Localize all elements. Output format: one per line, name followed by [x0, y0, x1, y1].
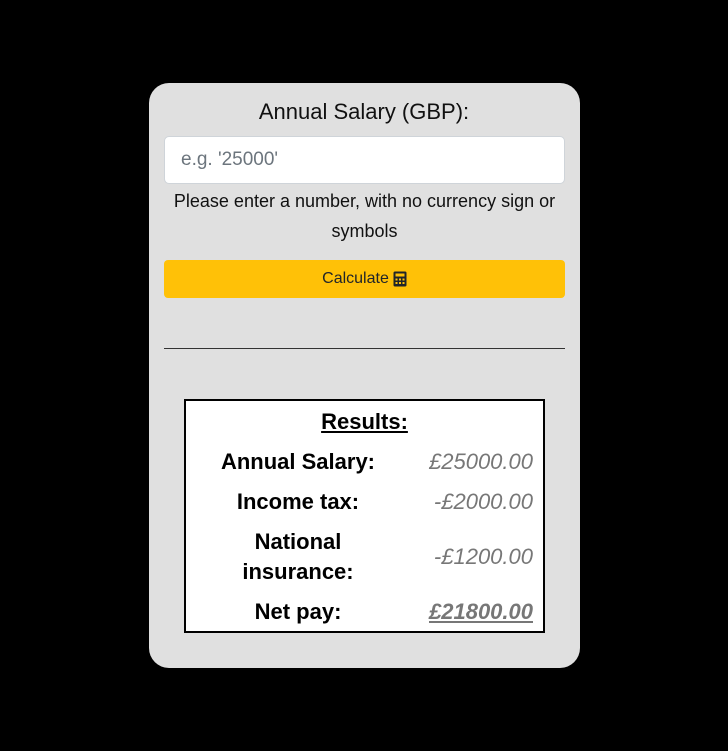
calculate-button[interactable]: Calculate — [164, 260, 565, 298]
calculator-icon — [393, 271, 407, 287]
results-heading: Results: — [321, 409, 408, 434]
salary-input[interactable] — [164, 136, 565, 184]
divider — [164, 348, 565, 349]
net-pay-label: Net pay: — [254, 599, 342, 624]
national-insurance-value: -£1200.00 — [433, 544, 533, 569]
input-hint: Please enter a number, with no currency … — [173, 191, 556, 241]
net-pay-value: £21800.00 — [429, 599, 533, 624]
income-tax-label: Income tax: — [236, 489, 360, 514]
income-tax-value: -£2000.00 — [433, 489, 533, 514]
salary-label: Annual Salary (GBP): — [258, 99, 470, 124]
calculate-button-label: Calculate — [322, 270, 389, 287]
annual-salary-label: Annual Salary: — [220, 449, 376, 474]
results-box: Results: Annual Salary: £25000.00 Income… — [184, 399, 545, 633]
annual-salary-value: £25000.00 — [429, 449, 533, 474]
national-insurance-label: National insurance: — [242, 529, 354, 584]
